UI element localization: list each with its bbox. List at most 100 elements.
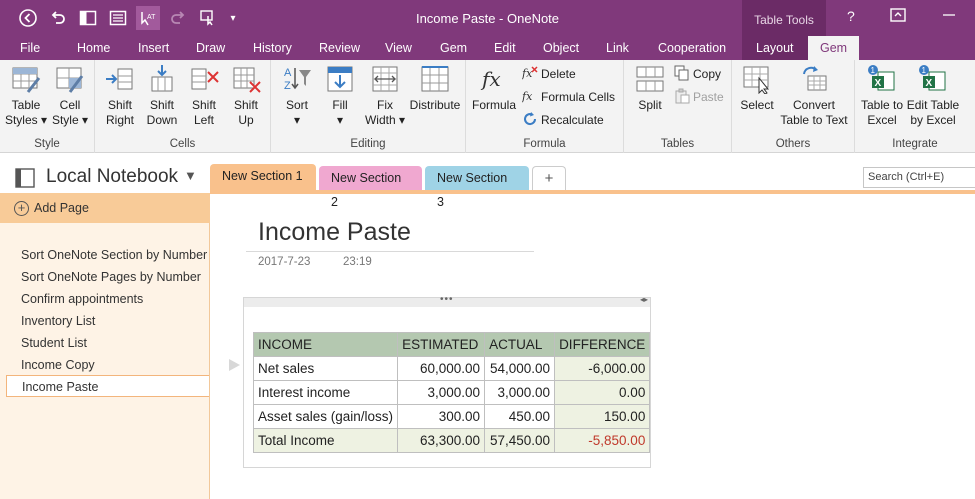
tab-view[interactable]: View: [385, 36, 412, 60]
formula-button[interactable]: fx Formula: [470, 64, 518, 113]
page-title[interactable]: Income Paste: [258, 218, 411, 247]
tab-insert[interactable]: Insert: [138, 36, 169, 60]
tab-history[interactable]: History: [253, 36, 292, 60]
income-table: INCOME ESTIMATED ACTUAL DIFFERENCE Net s…: [252, 332, 651, 453]
split-button[interactable]: Split: [630, 64, 670, 113]
fill-button[interactable]: Fill ▾: [321, 64, 359, 128]
sort-button[interactable]: AZ Sort ▾: [277, 64, 317, 128]
paste-button[interactable]: Paste: [674, 87, 724, 107]
table-cell[interactable]: Interest income: [252, 380, 399, 405]
tab-draw[interactable]: Draw: [196, 36, 225, 60]
tab-file[interactable]: File: [20, 36, 40, 60]
table-cell[interactable]: 57,450.00: [484, 428, 556, 453]
section-tab-1[interactable]: New Section 1: [210, 164, 316, 192]
recalculate-button[interactable]: Recalculate: [522, 110, 604, 130]
shift-up-button[interactable]: Shift Up: [227, 64, 265, 128]
table-header-row: INCOME ESTIMATED ACTUAL DIFFERENCE: [252, 332, 651, 357]
tab-link[interactable]: Link: [606, 36, 629, 60]
edit-excel-icon: 1X: [919, 65, 946, 91]
table-cell[interactable]: 63,300.00: [397, 428, 486, 453]
help-button[interactable]: ?: [847, 8, 855, 24]
fx-cells-icon: fx: [522, 90, 533, 103]
table-cell[interactable]: 450.00: [484, 404, 556, 429]
page-item[interactable]: Inventory List: [21, 314, 95, 328]
convert-table-to-text-button[interactable]: Convert Table to Text: [778, 64, 850, 128]
tab-layout[interactable]: Layout: [742, 36, 808, 60]
select-button[interactable]: Select: [738, 64, 776, 113]
page-item[interactable]: Confirm appointments: [21, 292, 143, 306]
table-cell[interactable]: 54,000.00: [484, 356, 556, 381]
cell-style-button[interactable]: Cell Style ▾: [50, 64, 90, 128]
formula-delete-label: Delete: [541, 67, 576, 81]
notebook-dropdown-icon[interactable]: ▼: [184, 168, 197, 183]
table-cell[interactable]: 150.00: [554, 404, 651, 429]
copy-button[interactable]: Copy: [674, 64, 721, 84]
fix-width-label: Fix Width: [364, 98, 396, 127]
table-cell[interactable]: 60,000.00: [397, 356, 486, 381]
table-to-excel-button[interactable]: 1X Table to Excel: [859, 64, 905, 128]
shift-left-button[interactable]: Shift Left: [185, 64, 223, 128]
table-cell[interactable]: -5,850.00: [554, 428, 651, 453]
shift-down-icon: [151, 65, 173, 92]
tab-home[interactable]: Home: [77, 36, 110, 60]
row-select-arrow-icon[interactable]: [229, 359, 240, 371]
section-tab-2[interactable]: New Section 2: [319, 166, 422, 209]
tab-review[interactable]: Review: [319, 36, 360, 60]
header-cell[interactable]: INCOME: [252, 332, 399, 357]
fx-delete-icon: fx: [522, 66, 538, 80]
page-item[interactable]: Sort OneNote Pages by Number: [21, 270, 201, 284]
header-cell[interactable]: ESTIMATED: [397, 332, 486, 357]
ribbon-display-options-icon[interactable]: [890, 8, 906, 25]
table-to-excel-label: Table to Excel: [860, 98, 904, 127]
tab-cooperation[interactable]: Cooperation: [658, 36, 726, 60]
minimize-icon[interactable]: [942, 8, 956, 25]
tab-gem[interactable]: Gem: [440, 36, 467, 60]
distribute-button[interactable]: Distribute: [407, 64, 463, 113]
tab-object[interactable]: Object: [543, 36, 579, 60]
svg-text:fx: fx: [522, 90, 533, 103]
formula-label: Formula: [471, 98, 516, 112]
tab-edit[interactable]: Edit: [494, 36, 516, 60]
tab-gem-table[interactable]: Gem: [808, 36, 860, 60]
container-move-handle[interactable]: ••• ◂▸: [244, 294, 650, 307]
select-icon: [743, 66, 770, 94]
edit-table-by-excel-button[interactable]: 1X Edit Table by Excel: [905, 64, 961, 128]
add-section-button[interactable]: +: [532, 166, 566, 190]
fix-width-button[interactable]: Fix Width ▾: [363, 64, 407, 128]
shift-right-icon: [106, 68, 133, 90]
formula-delete-button[interactable]: fx Delete: [522, 64, 576, 84]
group-editing-label: Editing: [350, 138, 386, 150]
formula-cells-button[interactable]: fx Formula Cells: [522, 87, 615, 107]
section-tab-3[interactable]: New Section 3: [425, 166, 529, 209]
paste-icon: [675, 88, 690, 104]
header-cell[interactable]: DIFFERENCE: [554, 332, 651, 357]
shift-down-button[interactable]: Shift Down: [143, 64, 181, 128]
table-cell[interactable]: 300.00: [397, 404, 486, 429]
shift-right-button[interactable]: Shift Right: [101, 64, 139, 128]
table-styles-button[interactable]: Table Styles ▾: [4, 64, 48, 128]
table-cell[interactable]: 3,000.00: [484, 380, 556, 405]
table-cell[interactable]: 0.00: [554, 380, 651, 405]
table-cell[interactable]: Net sales: [252, 356, 399, 381]
convert-table-icon: [803, 66, 827, 91]
table-cell[interactable]: Asset sales (gain/loss): [252, 404, 399, 429]
resize-arrows-icon[interactable]: ◂▸: [640, 295, 648, 304]
page-item[interactable]: Income Copy: [21, 358, 95, 372]
notebook-name[interactable]: Local Notebook: [46, 166, 178, 188]
plus-circle-icon: +: [14, 201, 29, 216]
table-cell[interactable]: -6,000.00: [554, 356, 651, 381]
add-page-button[interactable]: + Add Page: [0, 193, 210, 223]
header-cell[interactable]: ACTUAL: [484, 332, 556, 357]
table-cell[interactable]: 3,000.00: [397, 380, 486, 405]
table-row: Interest income 3,000.00 3,000.00 0.00: [252, 380, 651, 405]
distribute-icon: [421, 66, 449, 92]
table-cell[interactable]: Total Income: [252, 428, 399, 453]
search-input[interactable]: Search (Ctrl+E): [863, 167, 975, 188]
page-item[interactable]: Student List: [21, 336, 87, 350]
sort-icon: AZ: [284, 67, 311, 92]
page-item[interactable]: Sort OneNote Section by Number: [21, 248, 207, 262]
shift-up-icon: [233, 67, 261, 93]
fill-label: Fill: [332, 98, 348, 112]
svg-text:1: 1: [922, 66, 927, 75]
page-item-selected[interactable]: Income Paste: [6, 375, 209, 397]
